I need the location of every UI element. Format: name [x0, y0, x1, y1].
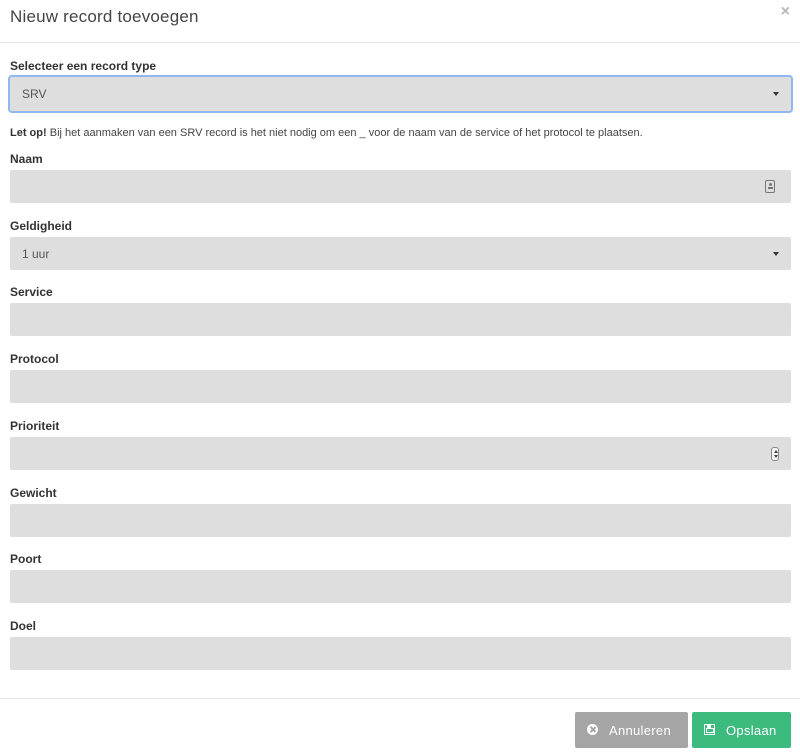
geldigheid-value: 1 uur	[22, 247, 50, 261]
record-type-select[interactable]: SRV	[8, 75, 793, 113]
gewicht-input[interactable]	[10, 504, 791, 537]
naam-input[interactable]	[10, 170, 791, 203]
add-record-modal: Nieuw record toevoegen × Selecteer een r…	[0, 0, 800, 755]
note-emphasis: Let op!	[10, 127, 47, 139]
prioriteit-label: Prioriteit	[10, 419, 60, 433]
modal-header: Nieuw record toevoegen ×	[0, 0, 800, 43]
geldigheid-select[interactable]: 1 uur	[10, 237, 791, 270]
note-text: Bij het aanmaken van een SRV record is h…	[46, 127, 643, 139]
save-button[interactable]: Opslaan	[692, 712, 791, 748]
floppy-disk-icon	[704, 724, 715, 735]
naam-label: Naam	[10, 152, 43, 166]
save-label: Opslaan	[726, 723, 777, 738]
geldigheid-label: Geldigheid	[10, 219, 73, 233]
doel-label: Doel	[10, 619, 37, 633]
gewicht-label: Gewicht	[10, 486, 57, 500]
cancel-button[interactable]: Annuleren	[575, 712, 688, 748]
contact-card-icon[interactable]	[765, 180, 775, 193]
protocol-input[interactable]	[10, 370, 791, 403]
spinner-down-icon[interactable]	[773, 455, 778, 458]
close-icon[interactable]: ×	[781, 4, 790, 20]
poort-input[interactable]	[10, 570, 791, 603]
caret-down-icon	[773, 252, 779, 256]
spinner-up-icon[interactable]	[773, 450, 778, 453]
caret-down-icon	[773, 92, 779, 96]
doel-input[interactable]	[10, 637, 791, 670]
number-spinner-icon[interactable]	[771, 447, 779, 461]
cancel-label: Annuleren	[609, 723, 671, 738]
prioriteit-input[interactable]	[10, 437, 791, 470]
service-label: Service	[10, 285, 53, 299]
modal-footer: Annuleren Opslaan	[0, 698, 800, 755]
service-input[interactable]	[10, 303, 791, 336]
record-type-value: SRV	[22, 87, 47, 101]
protocol-label: Protocol	[10, 352, 59, 366]
modal-title: Nieuw record toevoegen	[10, 7, 199, 26]
poort-label: Poort	[10, 552, 42, 566]
srv-note: Let op! Bij het aanmaken van een SRV rec…	[10, 127, 643, 139]
close-circle-icon	[587, 724, 598, 735]
record-type-label: Selecteer een record type	[10, 59, 157, 73]
